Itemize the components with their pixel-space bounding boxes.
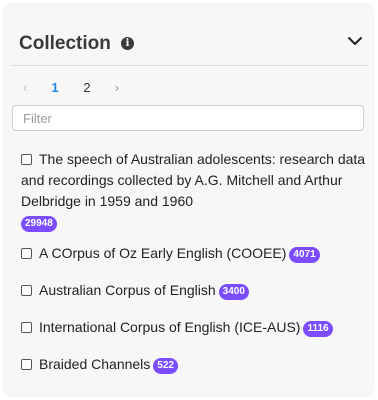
- pagination: ‹ 1 2 ›: [11, 75, 131, 99]
- pagination-prev-button[interactable]: ‹: [11, 80, 39, 95]
- info-icon[interactable]: i: [121, 37, 134, 50]
- pagination-page-2[interactable]: 2: [71, 80, 103, 95]
- count-badge: 1116: [303, 321, 333, 337]
- collection-facet-panel: Collection i ‹ 1 2 › The speech of Austr…: [3, 3, 375, 397]
- count-badge: 29948: [21, 216, 57, 232]
- count-badge: 3400: [218, 284, 249, 300]
- checkbox[interactable]: [21, 285, 32, 296]
- pagination-page-1[interactable]: 1: [39, 80, 71, 95]
- item-label: A COrpus of Oz Early English (COOEE): [39, 245, 287, 261]
- item-label: International Corpus of English (ICE-AUS…: [39, 319, 301, 335]
- item-label: Braided Channels: [39, 356, 151, 372]
- item-label: The speech of Australian adolescents: re…: [21, 151, 366, 209]
- filter-input[interactable]: [12, 105, 364, 131]
- chevron-down-icon[interactable]: [345, 31, 365, 51]
- checkbox[interactable]: [21, 248, 32, 259]
- checkbox[interactable]: [21, 154, 32, 165]
- list-item[interactable]: Australian Corpus of English 3400: [21, 280, 366, 301]
- checkbox[interactable]: [21, 359, 32, 370]
- list-item[interactable]: International Corpus of English (ICE-AUS…: [21, 317, 366, 338]
- panel-title: Collection: [19, 33, 111, 54]
- list-item[interactable]: A COrpus of Oz Early English (COOEE) 4071: [21, 243, 366, 264]
- count-badge: 4071: [289, 247, 320, 263]
- pagination-next-button[interactable]: ›: [103, 80, 131, 95]
- collection-list: The speech of Australian adolescents: re…: [21, 149, 366, 375]
- count-badge: 522: [153, 358, 178, 374]
- panel-header[interactable]: Collection i: [11, 19, 367, 66]
- checkbox[interactable]: [21, 322, 32, 333]
- list-item[interactable]: The speech of Australian adolescents: re…: [21, 149, 366, 233]
- item-label: Australian Corpus of English: [39, 282, 216, 298]
- list-item[interactable]: Braided Channels 522: [21, 354, 366, 375]
